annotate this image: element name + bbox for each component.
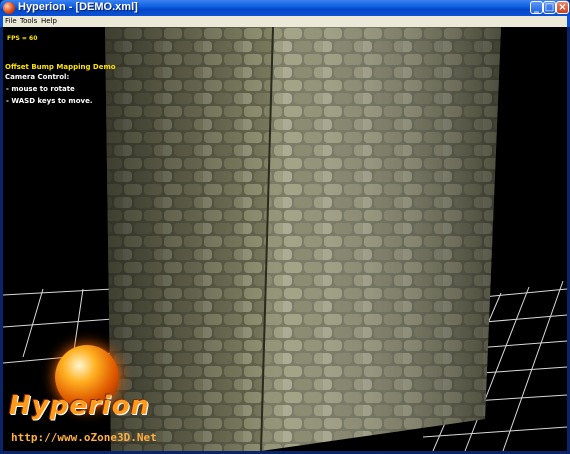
app-window: Hyperion - [DEMO.xml] _ □ × File Tools H… xyxy=(0,0,570,454)
menu-tools[interactable]: Tools xyxy=(20,16,37,27)
camera-hint-keys: - WASD keys to move. xyxy=(6,97,93,105)
maximize-button[interactable]: □ xyxy=(543,1,556,14)
logo-name: Hyperion xyxy=(9,391,151,421)
camera-hint-mouse: - mouse to rotate xyxy=(6,85,75,93)
demo-title: Offset Bump Mapping Demo xyxy=(5,63,116,71)
menu-bar: File Tools Help xyxy=(0,16,570,27)
logo-url: http://www.oZone3D.Net xyxy=(11,431,157,444)
menu-help[interactable]: Help xyxy=(41,16,57,27)
close-button[interactable]: × xyxy=(556,1,569,14)
camera-control-heading: Camera Control: xyxy=(5,73,70,81)
title-bar[interactable]: Hyperion - [DEMO.xml] _ □ × xyxy=(0,0,570,16)
app-icon[interactable] xyxy=(3,2,15,14)
render-viewport[interactable]: FPS = 60 Offset Bump Mapping Demo Camera… xyxy=(3,27,567,451)
minimize-button[interactable]: _ xyxy=(530,1,543,14)
menu-file[interactable]: File xyxy=(5,16,17,27)
fps-counter: FPS = 60 xyxy=(7,35,38,42)
window-title: Hyperion - [DEMO.xml] xyxy=(18,1,138,13)
